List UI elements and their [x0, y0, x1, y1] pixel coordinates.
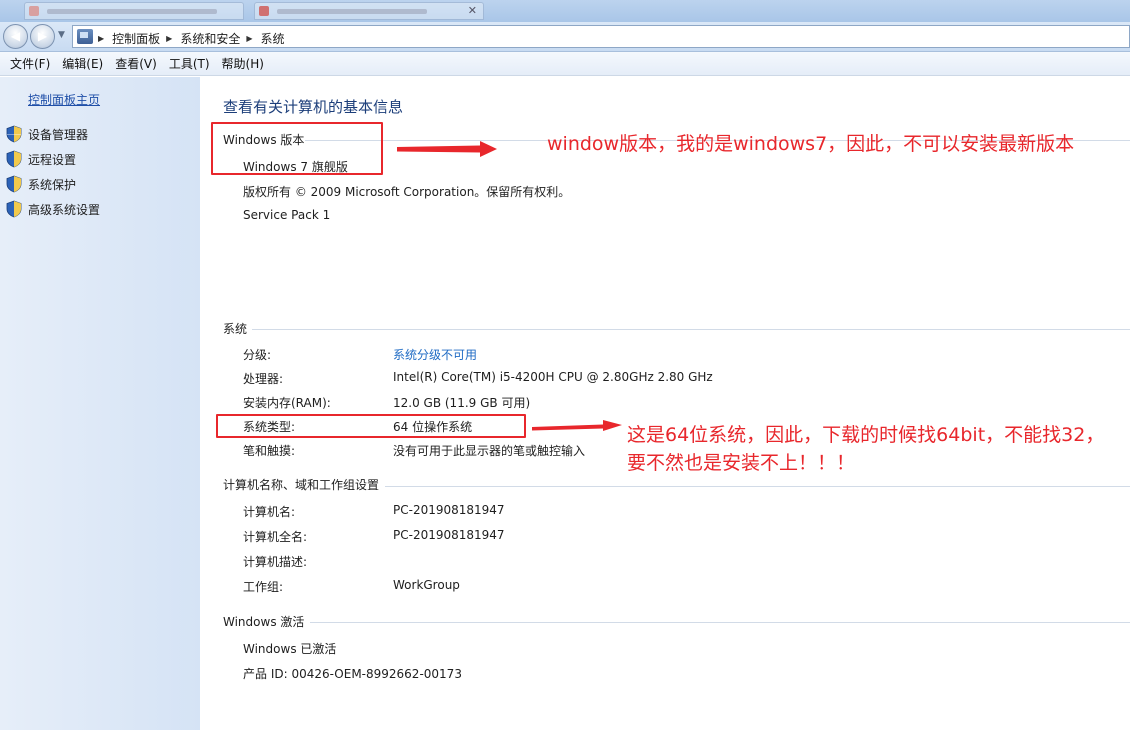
description-label: 计算机描述:	[243, 555, 308, 569]
breadcrumb: ▶ 控制面板 ▶ 系统和安全 ▶ 系统	[98, 30, 285, 47]
sidebar-item-label: 远程设置	[28, 152, 77, 167]
section-divider	[385, 486, 1130, 487]
forward-button[interactable]: ▶	[30, 24, 55, 49]
breadcrumb-chevron-icon[interactable]: ▶	[166, 34, 172, 43]
page-title: 查看有关计算机的基本信息	[223, 98, 404, 116]
rating-label: 分级:	[243, 348, 272, 362]
sidebar-item-label: 设备管理器	[28, 127, 89, 142]
annotation-box-system-type	[216, 414, 526, 438]
pen-touch-label: 笔和触摸:	[243, 444, 296, 458]
uac-shield-icon	[6, 175, 22, 193]
tab-title-blur	[47, 9, 217, 14]
back-arrow-icon: ◀	[10, 29, 21, 43]
control-panel-icon	[77, 29, 93, 44]
tab-close-icon[interactable]: ✕	[468, 4, 477, 17]
breadcrumb-chevron-icon[interactable]: ▶	[98, 34, 104, 43]
section-divider	[310, 622, 1130, 623]
tab-favicon-icon	[29, 6, 39, 16]
tab-title-blur	[277, 9, 427, 14]
ram-value: 12.0 GB (11.9 GB 可用)	[393, 396, 531, 410]
sidebar-item-system-protection[interactable]: 系统保护	[6, 175, 76, 193]
computer-name-value: PC-201908181947	[393, 503, 505, 517]
tab-favicon-icon	[259, 6, 269, 16]
processor-value: Intel(R) Core(TM) i5-4200H CPU @ 2.80GHz…	[393, 370, 713, 384]
uac-shield-icon	[6, 200, 22, 218]
forward-arrow-icon: ▶	[37, 29, 48, 43]
annotation-note-system-type: 这是64位系统，因此，下载的时候找64bit，不能找32，要不然也是安装不上！！…	[627, 424, 1105, 474]
annotation-box-windows-version	[211, 122, 383, 175]
activation-status: Windows 已激活	[243, 642, 337, 656]
background-tab[interactable]	[24, 2, 244, 20]
section-heading-system: 系统	[223, 322, 248, 336]
background-tab[interactable]: ✕	[254, 2, 484, 20]
menu-edit[interactable]: 编辑(E)	[56, 55, 109, 72]
section-heading-computer-name: 计算机名称、域和工作组设置	[223, 478, 380, 492]
breadcrumb-item[interactable]: 系统和安全	[180, 30, 240, 47]
ram-label: 安装内存(RAM):	[243, 396, 331, 410]
navigation-bar: ◀ ▶ ▼ ▶ 控制面板 ▶ 系统和安全 ▶ 系统	[0, 22, 1130, 52]
workgroup-label: 工作组:	[243, 580, 284, 594]
breadcrumb-chevron-icon[interactable]: ▶	[246, 34, 252, 43]
product-id: 产品 ID: 00426-OEM-8992662-00173	[243, 667, 462, 681]
uac-shield-icon	[6, 125, 22, 143]
full-name-label: 计算机全名:	[243, 530, 308, 544]
annotation-note-version: window版本，我的是windows7，因此，不可以安装最新版本	[547, 133, 1075, 155]
menu-tools[interactable]: 工具(T)	[163, 55, 216, 72]
history-dropdown-icon[interactable]: ▼	[58, 30, 65, 40]
menu-view[interactable]: 查看(V)	[109, 55, 163, 72]
rating-link[interactable]: 系统分级不可用	[393, 346, 477, 363]
address-bar[interactable]: ▶ 控制面板 ▶ 系统和安全 ▶ 系统	[72, 25, 1130, 48]
back-button[interactable]: ◀	[3, 24, 28, 49]
breadcrumb-item[interactable]: 系统	[261, 30, 285, 47]
control-panel-home-link[interactable]: 控制面板主页	[28, 91, 100, 108]
computer-name-label: 计算机名:	[243, 505, 296, 519]
breadcrumb-item[interactable]: 控制面板	[112, 30, 160, 47]
menu-file[interactable]: 文件(F)	[4, 55, 56, 72]
sidebar: 控制面板主页 设备管理器 远程设置 系统保护 高级系统设置	[0, 77, 200, 730]
copyright-text: 版权所有 © 2009 Microsoft Corporation。保留所有权利…	[243, 185, 571, 199]
uac-shield-icon	[6, 150, 22, 168]
sidebar-item-label: 高级系统设置	[28, 202, 101, 217]
menu-bar: 文件(F) 编辑(E) 查看(V) 工具(T) 帮助(H)	[0, 52, 1130, 76]
sidebar-item-label: 系统保护	[28, 177, 77, 192]
pen-touch-value: 没有可用于此显示器的笔或触控输入	[393, 444, 586, 458]
sidebar-item-device-manager[interactable]: 设备管理器	[6, 125, 88, 143]
processor-label: 处理器:	[243, 372, 284, 386]
browser-tab-strip: ✕	[0, 0, 1130, 22]
sidebar-item-advanced-settings[interactable]: 高级系统设置	[6, 200, 100, 218]
sidebar-item-remote-settings[interactable]: 远程设置	[6, 150, 76, 168]
section-divider	[252, 329, 1130, 330]
menu-help[interactable]: 帮助(H)	[216, 55, 270, 72]
section-heading-activation: Windows 激活	[223, 615, 305, 629]
workgroup-value: WorkGroup	[393, 578, 460, 592]
full-name-value: PC-201908181947	[393, 528, 505, 542]
service-pack-text: Service Pack 1	[243, 208, 331, 222]
